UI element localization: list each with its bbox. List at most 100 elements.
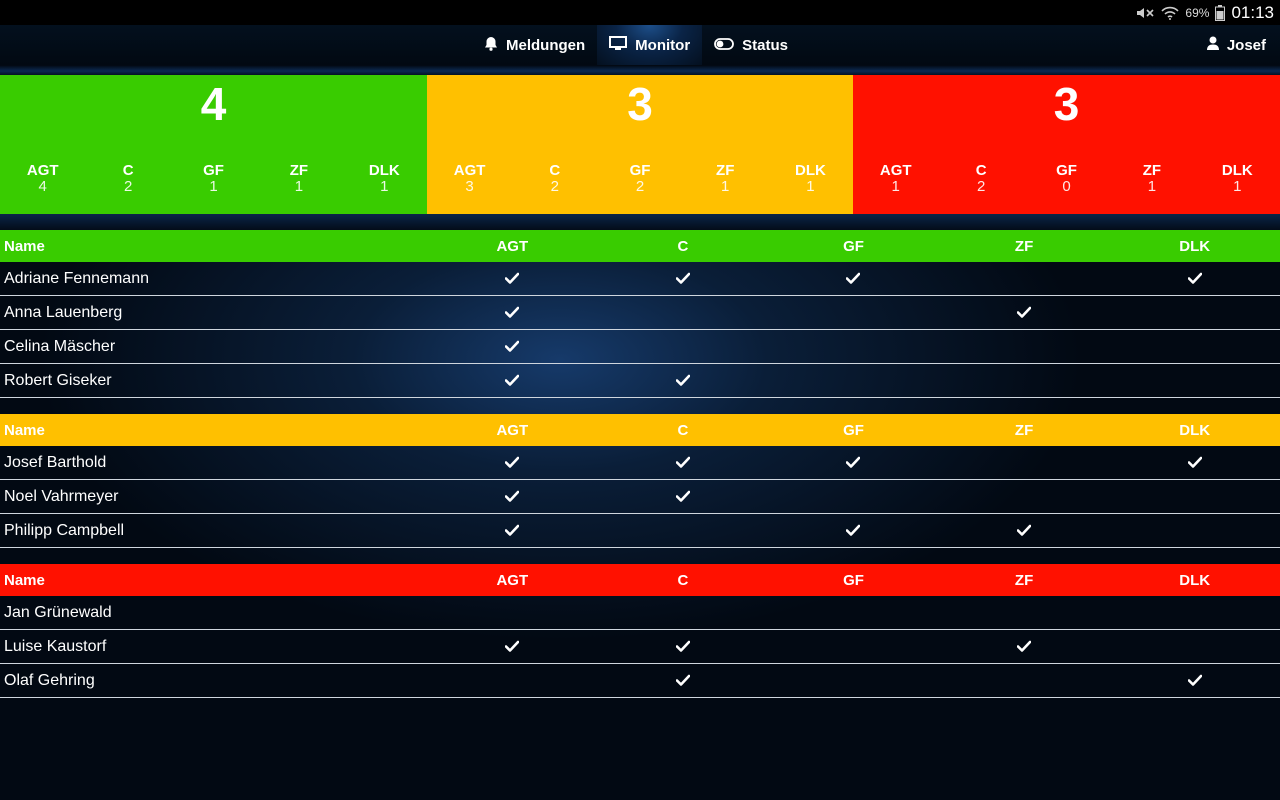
column-header-gf[interactable]: GF xyxy=(768,572,939,589)
monitor-icon xyxy=(609,35,628,55)
summary-col-value: 2 xyxy=(635,178,645,195)
column-header-dlk[interactable]: DLK xyxy=(1109,422,1280,439)
summary-col-value: 4 xyxy=(38,178,47,195)
table-row[interactable]: Adriane Fennemann xyxy=(0,262,1280,296)
summary-col-dlk: DLK 1 xyxy=(768,163,853,195)
summary-col-label: GF xyxy=(1056,162,1077,179)
cell-zf xyxy=(939,304,1110,322)
checkmark-icon xyxy=(1187,270,1202,287)
column-header-zf[interactable]: ZF xyxy=(939,572,1110,589)
checkmark-icon xyxy=(675,638,690,655)
cell-agt xyxy=(427,488,598,506)
wifi-icon xyxy=(1161,6,1180,20)
column-header-name[interactable]: Name xyxy=(0,572,427,589)
bell-icon xyxy=(484,36,498,55)
checkmark-icon xyxy=(1187,454,1202,471)
summary-col-c: C2 xyxy=(938,163,1023,195)
checkmark-icon xyxy=(846,454,861,471)
summary-col-value: 1 xyxy=(380,178,389,195)
cell-agt xyxy=(427,522,598,540)
table-row[interactable]: Jan Grünewald xyxy=(0,596,1280,630)
toggle-icon xyxy=(714,37,735,54)
cell-dlk xyxy=(1109,454,1280,472)
checkmark-icon xyxy=(675,454,690,471)
summary-col-value: 2 xyxy=(123,178,133,195)
table-row[interactable]: Olaf Gehring xyxy=(0,664,1280,698)
column-header-agt[interactable]: AGT xyxy=(427,422,598,439)
summary-columns: AGT 3 C 2 GF 2 ZF 1 DLK 1 xyxy=(427,163,853,195)
table-row[interactable]: Josef Barthold xyxy=(0,446,1280,480)
summary-columns: AGT 4 C 2 GF 1 ZF 1 DLK 1 xyxy=(0,163,427,195)
checkmark-icon xyxy=(1017,522,1032,539)
table-row[interactable]: Celina Mäscher xyxy=(0,330,1280,364)
system-status-bar: 69% 01:13 xyxy=(0,0,1280,25)
summary-col-value: 2 xyxy=(976,178,986,195)
user-name: Josef xyxy=(1226,36,1266,54)
cell-c xyxy=(598,454,769,472)
checkmark-icon xyxy=(675,270,690,287)
summary-count: 3 xyxy=(1053,78,1080,130)
summary-divider xyxy=(0,214,1280,230)
summary-columns: AGT 1 C 2 GF 0 ZF 1 DLK 1 xyxy=(853,163,1280,195)
summary-panel-yellow: 3 AGT 3 C 2 GF 2 ZF 1 DLK 1 xyxy=(427,75,853,214)
summary-col-value: 1 xyxy=(721,178,730,195)
summary-col-label: DLK xyxy=(1221,162,1253,179)
summary-col-agt: AGT 1 xyxy=(853,163,938,195)
summary-count: 3 xyxy=(627,78,653,130)
person-name: Luise Kaustorf xyxy=(4,637,107,655)
user-menu[interactable]: Josef xyxy=(1206,25,1266,65)
column-header-gf[interactable]: GF xyxy=(768,238,939,255)
cell-gf xyxy=(768,522,939,540)
summary-col-value: 1 xyxy=(806,178,815,195)
summary-col-value: 1 xyxy=(209,178,218,195)
column-header-dlk[interactable]: DLK xyxy=(1109,238,1280,255)
column-header-name[interactable]: Name xyxy=(0,422,427,439)
summary-col-zf: ZF 1 xyxy=(1109,163,1194,195)
cell-c xyxy=(598,672,769,690)
column-header-c[interactable]: C xyxy=(598,422,769,439)
cell-dlk xyxy=(1109,270,1280,288)
summary-col-gf: GF 2 xyxy=(597,163,682,195)
summary-col-label: DLK xyxy=(368,162,400,179)
summary-col-value: 1 xyxy=(1147,178,1157,195)
nav-divider xyxy=(0,65,1280,75)
column-header-agt[interactable]: AGT xyxy=(427,572,598,589)
column-header-name[interactable]: Name xyxy=(0,238,427,255)
table-row[interactable]: Noel Vahrmeyer xyxy=(0,480,1280,514)
group-header-row: Name AGT C GF ZF DLK xyxy=(0,230,1280,262)
checkmark-icon xyxy=(675,488,690,505)
summary-col-value: 1 xyxy=(294,178,304,195)
checkmark-icon xyxy=(675,372,690,389)
column-header-agt[interactable]: AGT xyxy=(427,238,598,255)
column-header-gf[interactable]: GF xyxy=(768,422,939,439)
checkmark-icon xyxy=(846,270,861,287)
column-header-c[interactable]: C xyxy=(598,238,769,255)
summary-col-value: 2 xyxy=(550,178,559,195)
cell-agt xyxy=(427,270,598,288)
cell-c xyxy=(598,638,769,656)
table-row[interactable]: Robert Giseker xyxy=(0,364,1280,398)
table-row[interactable]: Anna Lauenberg xyxy=(0,296,1280,330)
tab-meldungen[interactable]: Meldungen xyxy=(472,25,597,65)
column-header-dlk[interactable]: DLK xyxy=(1109,572,1280,589)
summary-panel-green: 4 AGT 4 C 2 GF 1 ZF 1 DLK 1 xyxy=(0,75,427,214)
person-name: Robert Giseker xyxy=(4,371,112,389)
person-name: Philipp Campbell xyxy=(4,521,125,539)
column-header-c[interactable]: C xyxy=(598,572,769,589)
cell-zf xyxy=(939,638,1110,656)
cell-agt xyxy=(427,304,598,322)
summary-col-label: C xyxy=(549,162,561,179)
checkmark-icon xyxy=(846,522,861,539)
checkmark-icon xyxy=(505,454,520,471)
table-row[interactable]: Luise Kaustorf xyxy=(0,630,1280,664)
tab-monitor[interactable]: Monitor xyxy=(597,25,703,65)
tab-status[interactable]: Status xyxy=(702,25,800,65)
summary-col-c: C2 xyxy=(512,163,597,195)
checkmark-icon xyxy=(1017,638,1032,655)
checkmark-icon xyxy=(1187,672,1202,689)
column-header-zf[interactable]: ZF xyxy=(939,238,1110,255)
table-row[interactable]: Philipp Campbell xyxy=(0,514,1280,548)
column-header-zf[interactable]: ZF xyxy=(939,422,1110,439)
user-icon xyxy=(1206,36,1219,54)
summary-col-zf: ZF 1 xyxy=(256,163,341,195)
